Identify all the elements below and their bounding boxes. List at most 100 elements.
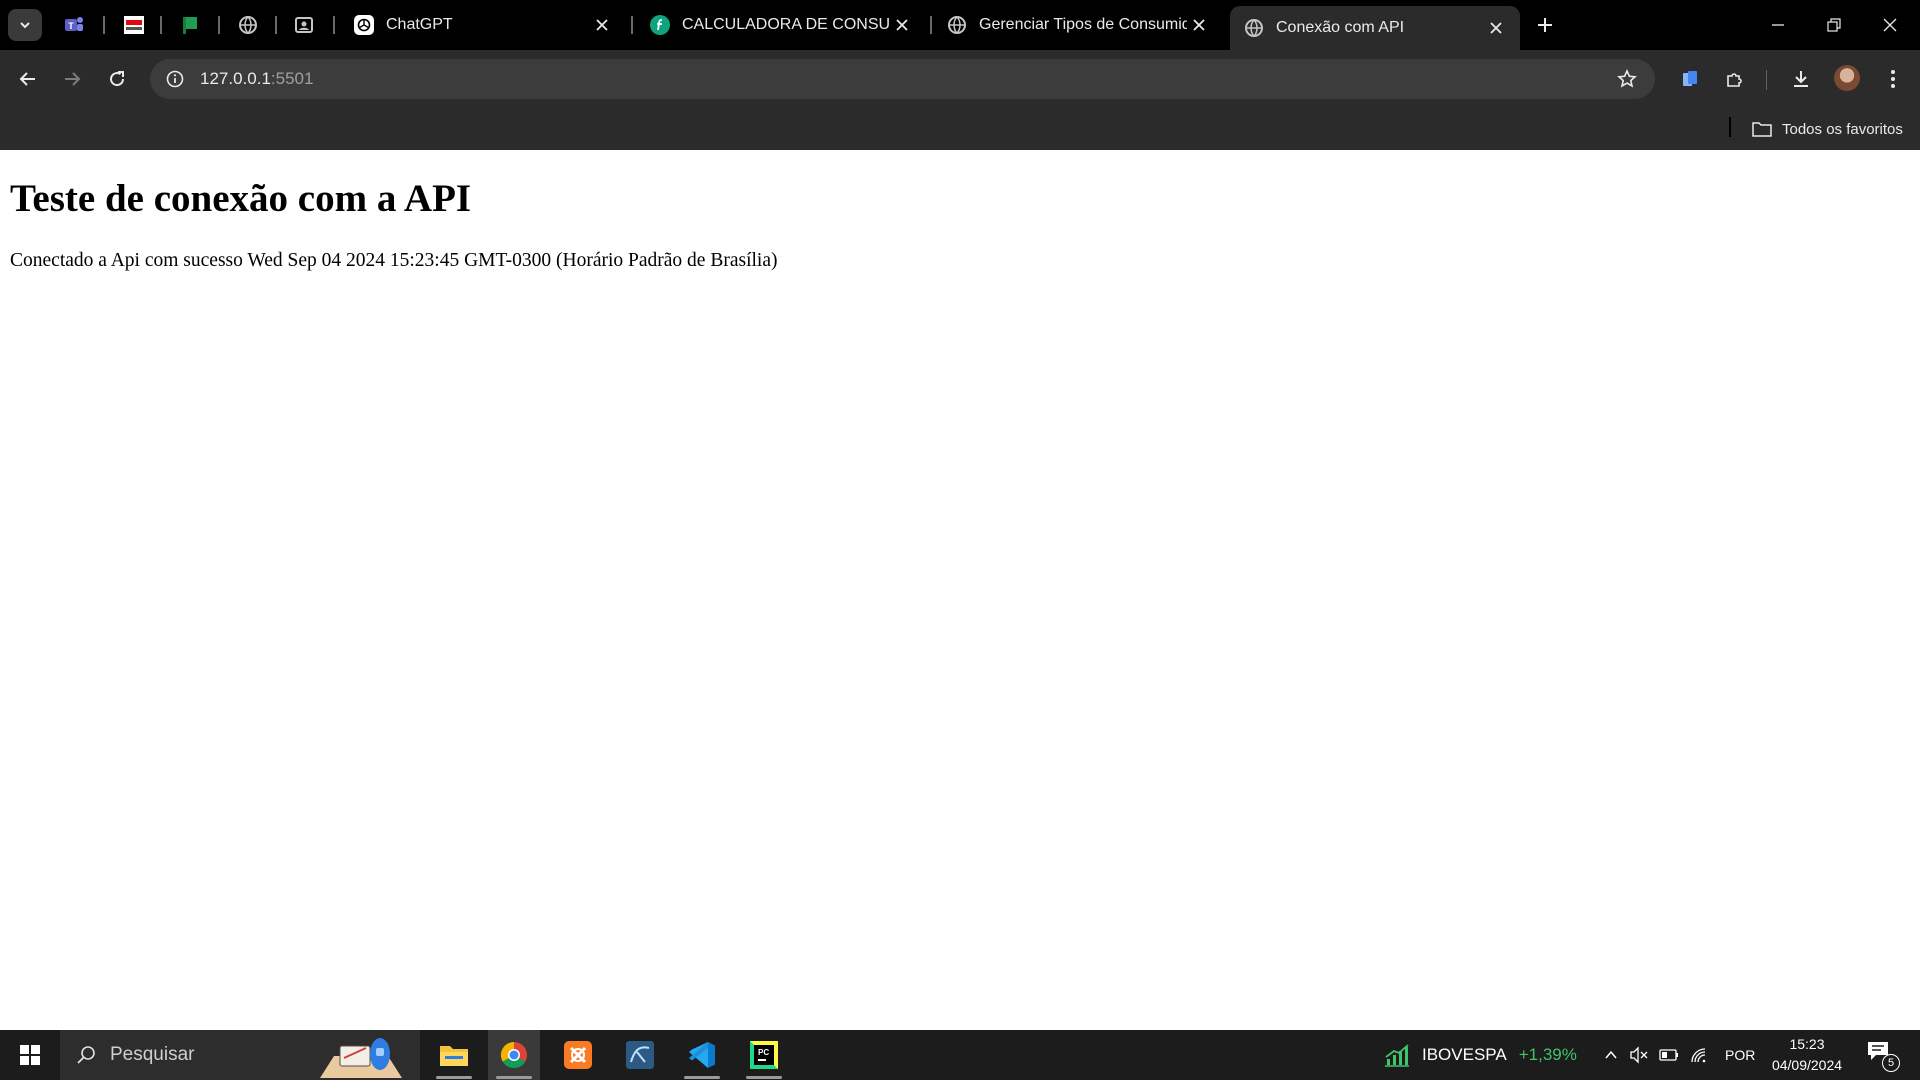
start-button[interactable] bbox=[0, 1030, 60, 1080]
search-placeholder: Pesquisar bbox=[110, 1044, 195, 1065]
reload-icon bbox=[110, 71, 125, 87]
bookmark-star-button[interactable] bbox=[1615, 67, 1639, 91]
pinned-tab-globe[interactable] bbox=[236, 13, 260, 37]
tab-separator bbox=[160, 16, 162, 34]
restore-icon bbox=[1827, 18, 1841, 32]
close-icon bbox=[1490, 22, 1502, 34]
tab-separator bbox=[631, 16, 633, 34]
taskbar-search-box[interactable]: Pesquisar bbox=[60, 1030, 420, 1080]
download-icon bbox=[1794, 71, 1808, 87]
close-icon bbox=[1193, 19, 1205, 31]
globe-icon bbox=[239, 16, 257, 34]
tab-separator bbox=[930, 16, 932, 34]
downloads-button[interactable] bbox=[1788, 66, 1814, 92]
close-icon bbox=[1883, 18, 1897, 32]
running-indicator bbox=[684, 1076, 720, 1079]
restore-button[interactable] bbox=[1806, 0, 1862, 50]
star-icon bbox=[1617, 69, 1637, 88]
forward-button[interactable] bbox=[56, 63, 88, 95]
green-flag-icon bbox=[183, 17, 197, 34]
close-tab-button[interactable] bbox=[1484, 16, 1508, 40]
windows-logo-icon bbox=[20, 1045, 40, 1065]
battery-button[interactable] bbox=[1658, 1044, 1680, 1066]
pinned-tab-meu-senai[interactable] bbox=[122, 13, 146, 37]
show-hidden-icons-button[interactable] bbox=[1600, 1044, 1622, 1066]
clock-date: 04/09/2024 bbox=[1771, 1057, 1843, 1073]
tab-title: CALCULADORA DE CONSUMO bbox=[682, 16, 890, 33]
wifi-icon bbox=[1691, 1048, 1706, 1063]
tab-gerenciar-tipos[interactable]: Gerenciar Tipos de Consumidor bbox=[933, 0, 1223, 50]
connection-status-text: Conectado a Api com sucesso Wed Sep 04 2… bbox=[10, 250, 778, 271]
all-bookmarks-label: Todos os favoritos bbox=[1782, 120, 1903, 138]
bookmarks-bar: Todos os favoritos bbox=[0, 108, 1920, 150]
svg-text:T: T bbox=[68, 21, 74, 31]
taskbar-file-explorer[interactable] bbox=[428, 1030, 480, 1080]
taskbar-chrome[interactable] bbox=[488, 1030, 540, 1080]
reload-button[interactable] bbox=[101, 63, 133, 95]
pycharm-icon: PC bbox=[750, 1041, 778, 1069]
stock-ticker-widget[interactable]: IBOVESPA +1,39% bbox=[1384, 1030, 1577, 1080]
toolbar-divider bbox=[1766, 70, 1767, 90]
minimize-icon bbox=[1772, 24, 1784, 26]
documents-icon bbox=[1683, 71, 1697, 86]
close-tab-button[interactable] bbox=[890, 13, 914, 37]
input-language-indicator[interactable]: POR bbox=[1725, 1030, 1755, 1080]
tab-separator bbox=[218, 16, 220, 34]
tab-chatgpt[interactable]: ChatGPT bbox=[340, 0, 626, 50]
url-port: :5501 bbox=[270, 69, 314, 88]
vscode-icon bbox=[689, 1042, 715, 1068]
back-button[interactable] bbox=[12, 63, 44, 95]
taskbar-pycharm[interactable]: PC bbox=[738, 1030, 790, 1080]
site-info-button[interactable] bbox=[162, 66, 188, 92]
chevron-up-icon bbox=[1605, 1050, 1617, 1059]
kebab-menu-icon bbox=[1891, 70, 1895, 88]
globe-icon bbox=[947, 15, 967, 35]
taskbar-mysql-workbench[interactable] bbox=[614, 1030, 666, 1080]
tab-calculadora[interactable]: CALCULADORA DE CONSUMO bbox=[636, 0, 926, 50]
pinned-tab-green-flag[interactable] bbox=[178, 13, 202, 37]
browser-menu-button[interactable] bbox=[1880, 66, 1906, 92]
tab-separator bbox=[275, 16, 277, 34]
tab-separator bbox=[333, 16, 335, 34]
language-label: POR bbox=[1725, 1047, 1756, 1063]
notification-center-button[interactable]: 5 bbox=[1866, 1040, 1900, 1072]
chrome-icon bbox=[500, 1041, 527, 1069]
tab-conexao-api[interactable]: Conexão com API bbox=[1230, 6, 1520, 50]
all-bookmarks-button[interactable]: Todos os favoritos bbox=[1752, 117, 1903, 141]
tab-search-button[interactable] bbox=[8, 9, 42, 41]
close-icon bbox=[596, 19, 608, 31]
volume-button[interactable] bbox=[1628, 1044, 1650, 1066]
running-indicator bbox=[746, 1076, 782, 1079]
xampp-icon bbox=[564, 1041, 592, 1069]
info-icon bbox=[166, 70, 184, 88]
folder-icon bbox=[1752, 122, 1772, 137]
taskbar-clock[interactable]: 15:23 04/09/2024 bbox=[1762, 1034, 1852, 1076]
close-window-button[interactable] bbox=[1862, 0, 1918, 50]
svg-text:PC: PC bbox=[758, 1048, 769, 1057]
address-bar[interactable]: 127.0.0.1:5501 bbox=[150, 59, 1655, 99]
page-content: Teste de conexão com a API Conectado a A… bbox=[0, 150, 1920, 1030]
arrow-left-icon bbox=[19, 72, 35, 86]
notification-count-badge: 5 bbox=[1882, 1054, 1900, 1072]
profile-avatar[interactable] bbox=[1834, 65, 1860, 91]
close-tab-button[interactable] bbox=[1187, 13, 1211, 37]
new-tab-button[interactable] bbox=[1532, 12, 1558, 38]
reading-mode-button[interactable] bbox=[1677, 66, 1703, 92]
running-indicator bbox=[436, 1076, 472, 1079]
chatgpt-icon bbox=[354, 15, 374, 35]
search-highlight-illustration-icon bbox=[320, 1038, 402, 1078]
taskbar-vscode[interactable] bbox=[676, 1030, 728, 1080]
pinned-tab-teams[interactable]: T bbox=[62, 13, 86, 37]
browser-tab-strip: T ChatGPT CALCULADORA DE CONSUMO bbox=[0, 0, 1920, 50]
chevron-down-icon bbox=[20, 22, 30, 29]
f-logo-icon bbox=[650, 15, 670, 35]
taskbar-xampp[interactable] bbox=[552, 1030, 604, 1080]
page-heading: Teste de conexão com a API bbox=[10, 177, 472, 220]
network-button[interactable] bbox=[1688, 1044, 1710, 1066]
speaker-muted-icon bbox=[1630, 1046, 1648, 1064]
close-tab-button[interactable] bbox=[590, 13, 614, 37]
minimize-button[interactable] bbox=[1750, 0, 1806, 50]
pinned-tab-contact[interactable] bbox=[292, 13, 316, 37]
extensions-button[interactable] bbox=[1722, 66, 1748, 92]
contact-icon bbox=[295, 17, 313, 33]
